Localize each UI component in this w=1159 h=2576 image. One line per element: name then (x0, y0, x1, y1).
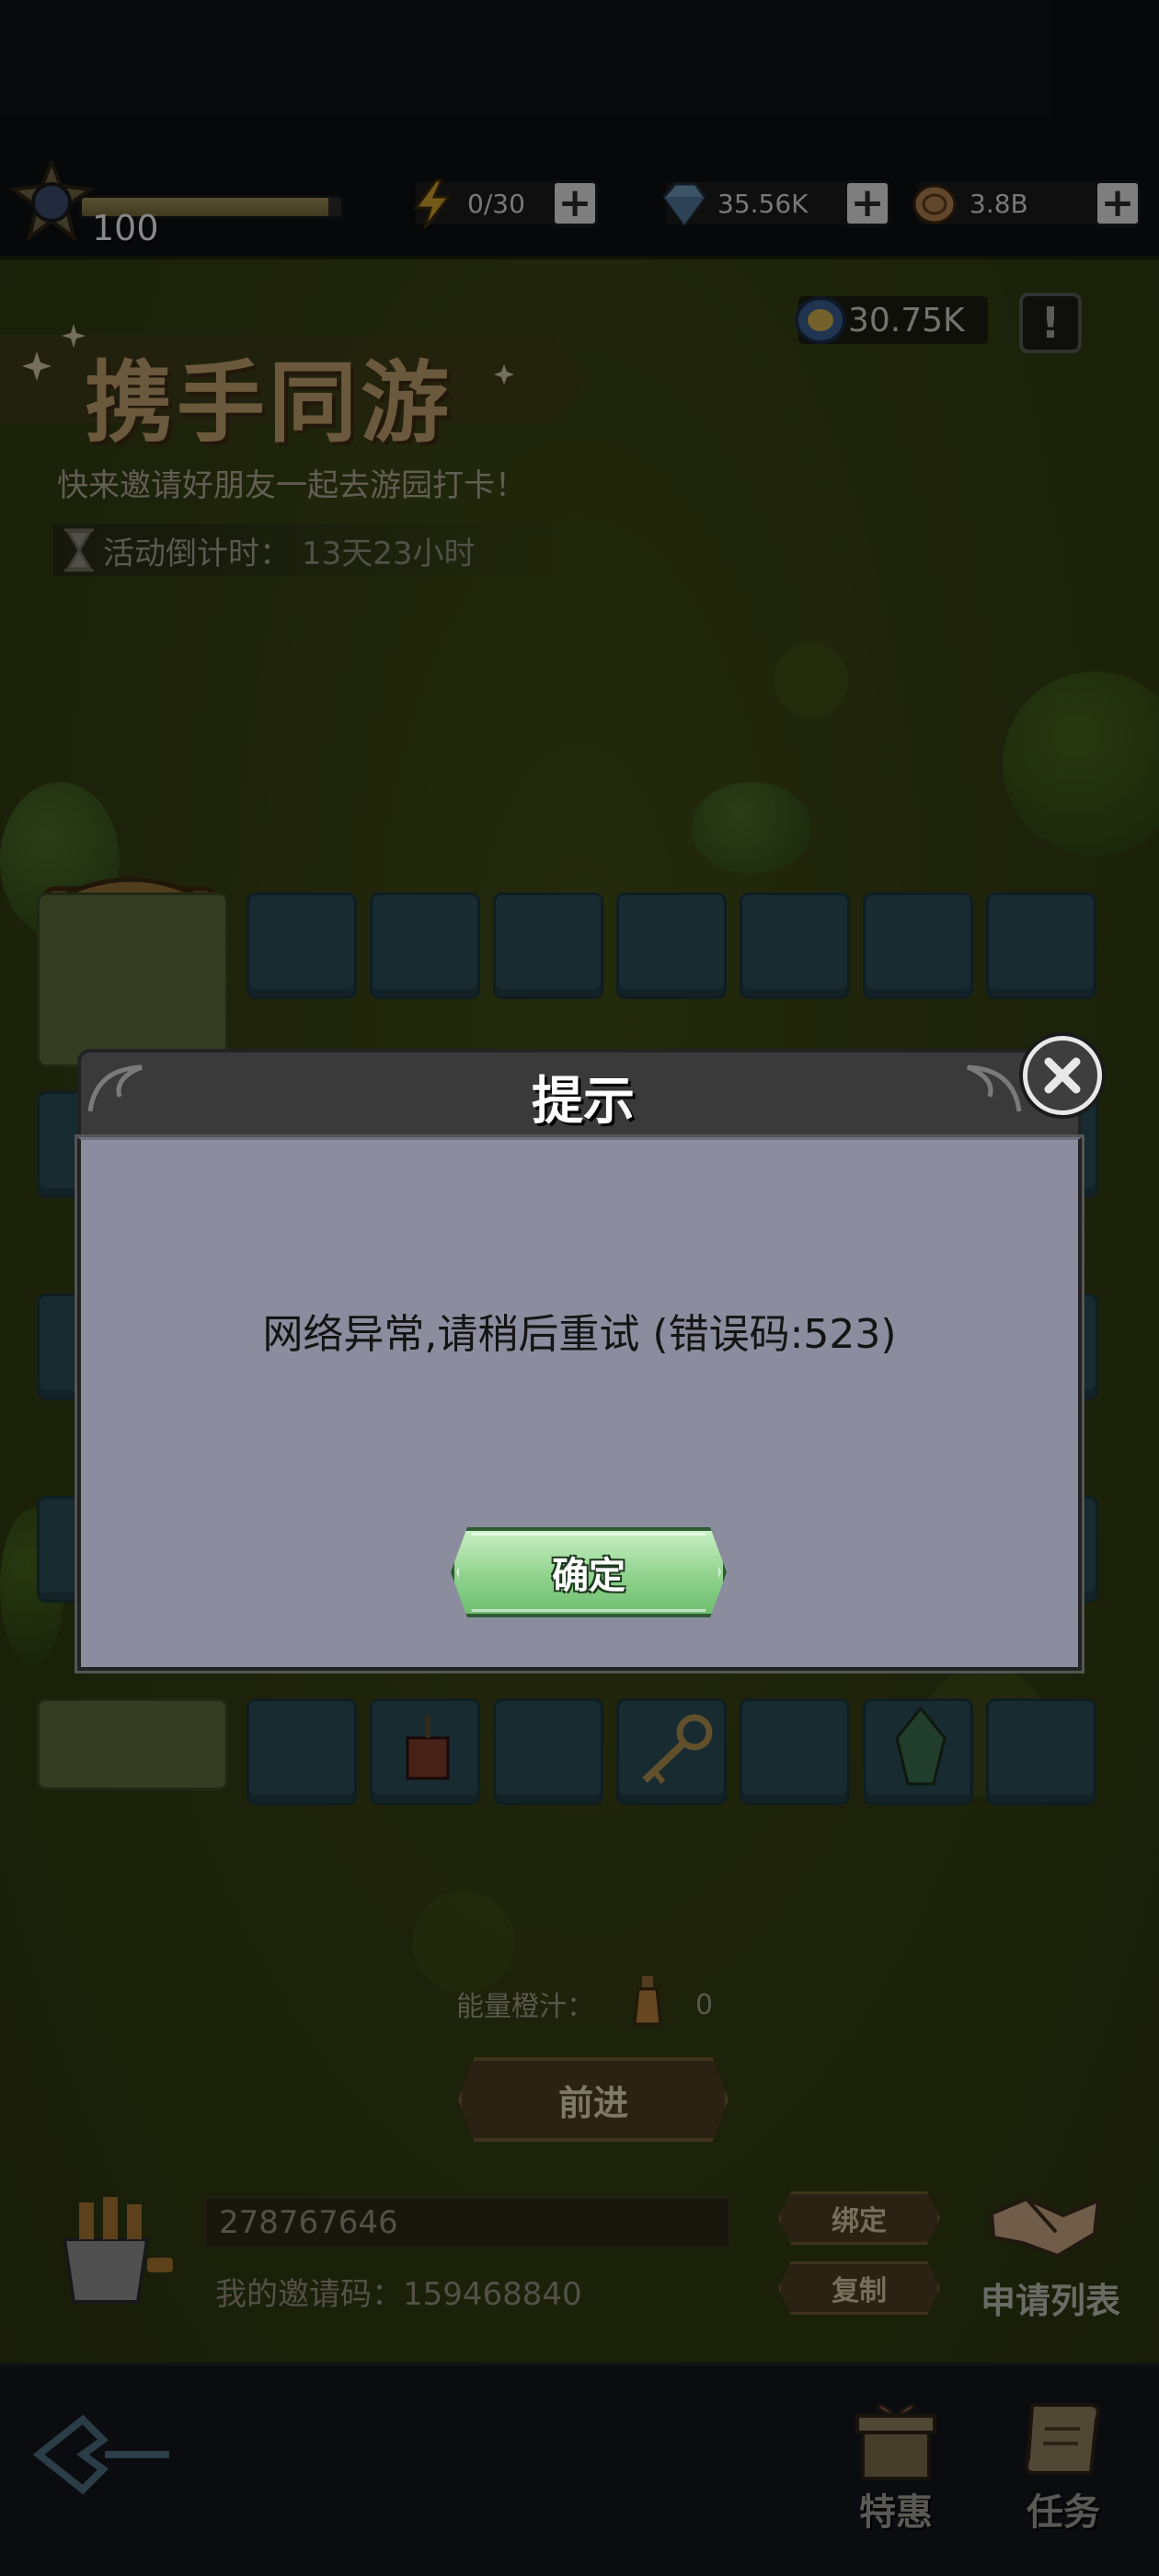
confirm-button[interactable]: 确定 (451, 1527, 727, 1617)
close-button[interactable] (1023, 1036, 1102, 1115)
dialog-title: 提示 (532, 1072, 635, 1132)
dialog-message: 网络异常,请稍后重试 (错误码:523) (262, 1311, 897, 1358)
confirm-button-label: 确定 (552, 1555, 625, 1597)
close-icon (1044, 1057, 1081, 1094)
dialog-header: 提示 (77, 1049, 1082, 1137)
